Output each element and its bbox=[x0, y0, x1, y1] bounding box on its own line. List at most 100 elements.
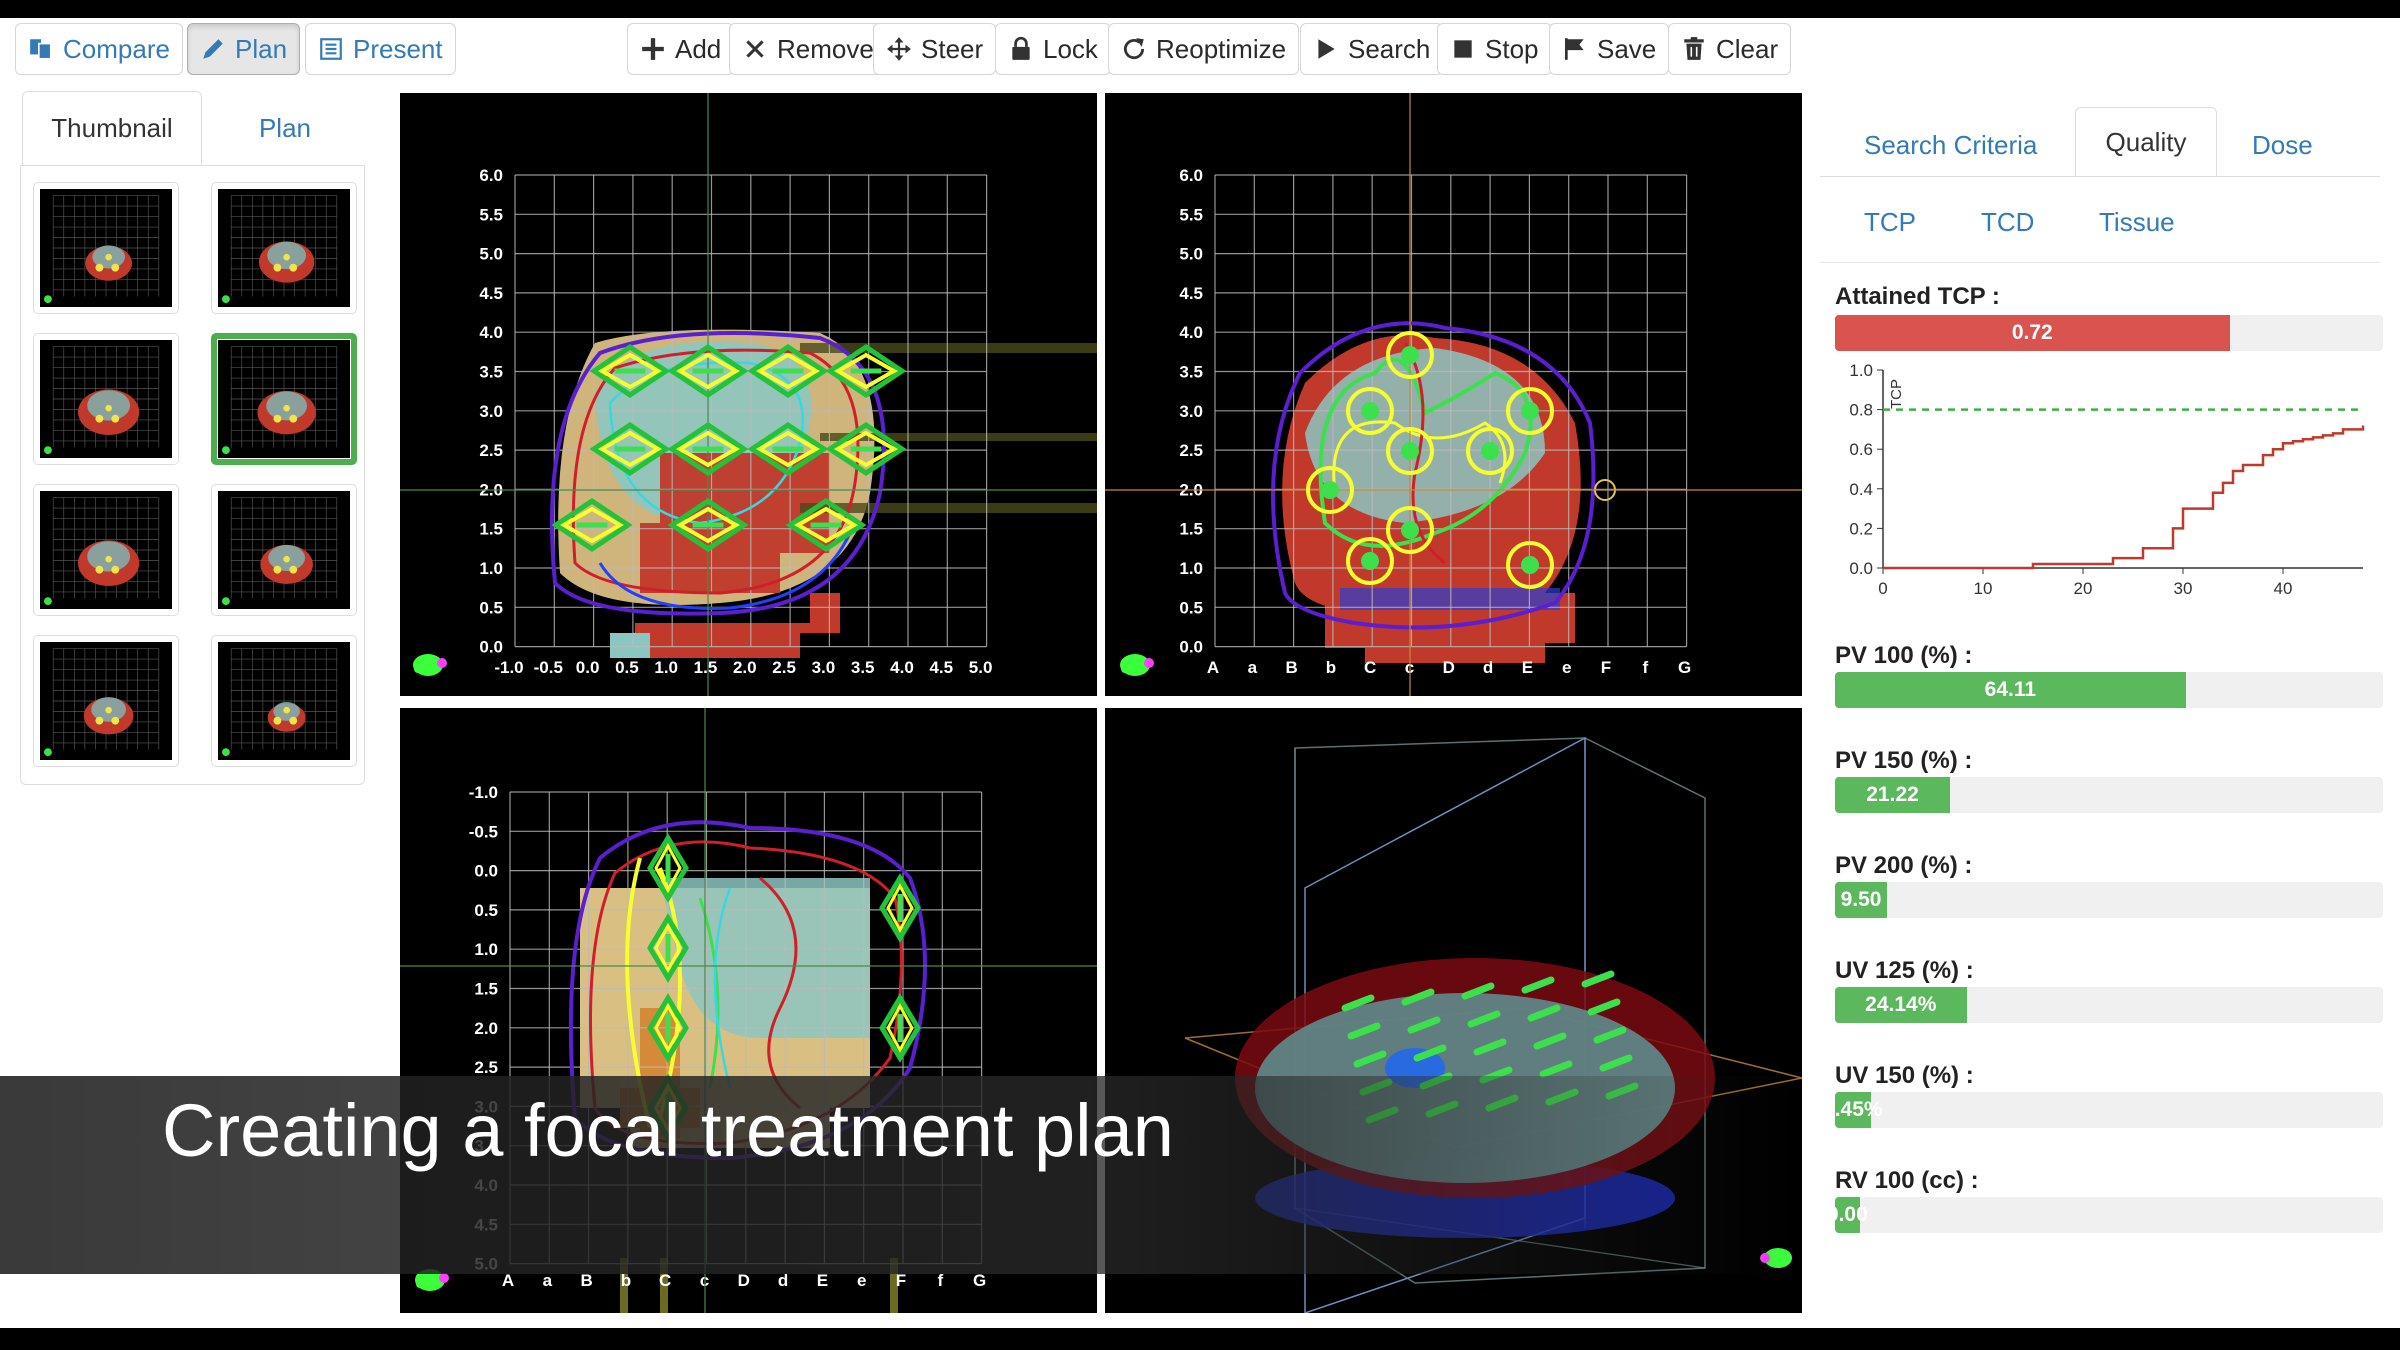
metric-value: 3.45% bbox=[1835, 1098, 1883, 1121]
plan-thumbnail[interactable] bbox=[211, 182, 357, 314]
y-tick-label: 2.5 bbox=[1179, 441, 1203, 460]
add-button[interactable]: Add bbox=[627, 23, 735, 75]
metric-label: PV 150 (%) : bbox=[1835, 747, 1973, 774]
y-tick-label: 0.5 bbox=[474, 901, 498, 920]
needle-seed[interactable] bbox=[1401, 521, 1419, 539]
tab-tcd[interactable]: TCD bbox=[1981, 207, 2034, 238]
lock-button[interactable]: Lock bbox=[995, 23, 1111, 75]
x-tick-label: 3.0 bbox=[812, 658, 836, 677]
y-tick-label: 4.0 bbox=[479, 323, 503, 342]
y-tick-label: 6.0 bbox=[1179, 166, 1203, 185]
x-tick-label: 2.5 bbox=[772, 658, 796, 677]
tab-thumbnail[interactable]: Thumbnail bbox=[22, 91, 202, 166]
steer-button[interactable]: Steer bbox=[873, 23, 997, 75]
needle-seed[interactable] bbox=[1521, 402, 1539, 420]
x-tick-label: 0.0 bbox=[576, 658, 600, 677]
metric-bar-fill: 64.11 bbox=[1835, 672, 2186, 708]
x-tick-label: 3.5 bbox=[851, 658, 875, 677]
trash-icon bbox=[1684, 37, 1704, 60]
plan-thumbnail[interactable] bbox=[211, 635, 357, 767]
plus-icon bbox=[642, 38, 664, 60]
x-tick-label: 40 bbox=[2274, 579, 2293, 598]
present-button[interactable]: Present bbox=[305, 23, 456, 75]
metric-label: UV 150 (%) : bbox=[1835, 1062, 1974, 1089]
needle-seed[interactable] bbox=[1361, 552, 1379, 570]
metric-label: PV 100 (%) : bbox=[1835, 642, 1973, 669]
plan-mode-label: Plan bbox=[235, 33, 288, 64]
plan-thumbnail[interactable] bbox=[33, 635, 179, 767]
y-tick-label: 4.0 bbox=[1179, 323, 1203, 342]
sagittal-view[interactable]: 6.0 5.5 5.0 4.5 4.0 3.5 3.0 2.5 2.0 1.5 1.0 0.5 0.0 A… bbox=[1105, 93, 1802, 696]
search-button[interactable]: Search bbox=[1300, 23, 1444, 75]
y-tick-label: 3.5 bbox=[479, 363, 503, 382]
y-tick-label: -0.5 bbox=[469, 822, 498, 841]
x-tick-label: B bbox=[1285, 658, 1297, 677]
tab-quality[interactable]: Quality bbox=[2075, 107, 2217, 177]
reoptimize-button[interactable]: Reoptimize bbox=[1108, 23, 1300, 75]
y-tick-label: 1.5 bbox=[479, 520, 503, 539]
tab-plan[interactable]: Plan bbox=[205, 91, 365, 166]
needle-seed[interactable] bbox=[1401, 442, 1419, 460]
needle-seed[interactable] bbox=[1401, 346, 1419, 364]
plan-thumbnail[interactable] bbox=[33, 484, 179, 616]
y-tick-label: 3.0 bbox=[479, 402, 503, 421]
plan-thumbnail[interactable] bbox=[211, 333, 357, 465]
plan-thumbnail[interactable] bbox=[33, 333, 179, 465]
y-tick-label: 5.5 bbox=[1179, 205, 1203, 224]
list-icon bbox=[320, 38, 342, 60]
metric-bar-fill: 0.00 bbox=[1835, 1197, 1868, 1233]
plan-thumbnail[interactable] bbox=[33, 182, 179, 314]
y-tick-label: 0.8 bbox=[1849, 401, 1873, 420]
needle-seed[interactable] bbox=[1521, 556, 1539, 574]
x-tick-label: 0.5 bbox=[615, 658, 639, 677]
thumbnail-image bbox=[218, 189, 350, 307]
y-tick-label: 0.5 bbox=[479, 598, 503, 617]
remove-label: Remove bbox=[777, 33, 874, 64]
y-tick-label: 3.5 bbox=[1179, 363, 1203, 382]
x-tick-label: 1.5 bbox=[694, 658, 718, 677]
y-tick-label: 4.5 bbox=[479, 284, 503, 303]
clear-button[interactable]: Clear bbox=[1668, 23, 1792, 75]
metric-bar-fill: 24.14% bbox=[1835, 987, 1967, 1023]
plan-thumbnail[interactable] bbox=[211, 484, 357, 616]
stop-button[interactable]: Stop bbox=[1437, 23, 1552, 75]
x-tick-label: 1.0 bbox=[654, 658, 678, 677]
remove-button[interactable]: Remove bbox=[729, 23, 887, 75]
x-tick-label: 2.0 bbox=[733, 658, 757, 677]
axial-view[interactable]: 6.0 5.5 5.0 4.5 4.0 3.5 3.0 2.5 2.0 1.5 1.0 0.5 0.0-… bbox=[400, 93, 1097, 696]
y-tick-label: 0.6 bbox=[1849, 440, 1873, 459]
thumbnail-image bbox=[218, 491, 350, 609]
attained-tcp-value: 0.72 bbox=[2011, 321, 2053, 344]
compare-button[interactable]: Compare bbox=[15, 23, 183, 75]
metric-bar: 21.22 bbox=[1835, 777, 2383, 813]
tcp-series-line bbox=[1883, 425, 2365, 570]
needle-seed[interactable] bbox=[1321, 481, 1339, 499]
y-tick-label: 0.0 bbox=[1849, 559, 1873, 578]
reoptimize-label: Reoptimize bbox=[1156, 33, 1287, 64]
x-tick-label: 20 bbox=[2074, 579, 2093, 598]
present-label: Present bbox=[353, 33, 443, 64]
metric-label: PV 200 (%) : bbox=[1835, 852, 1973, 879]
needle-seed[interactable] bbox=[1481, 442, 1499, 460]
tab-dose[interactable]: Dose bbox=[2252, 130, 2313, 161]
right-panel: Search Criteria Quality Dose TCP TCD Tis… bbox=[1820, 90, 2400, 1320]
save-button[interactable]: Save bbox=[1549, 23, 1670, 75]
y-tick-label: 2.5 bbox=[479, 441, 503, 460]
tab-tcp[interactable]: TCP bbox=[1864, 207, 1916, 238]
stop-icon bbox=[1454, 40, 1472, 58]
thumbnail-image bbox=[40, 189, 172, 307]
plan-mode-button[interactable]: Plan bbox=[187, 23, 301, 75]
clear-label: Clear bbox=[1716, 33, 1779, 64]
attained-tcp-fill: 0.72 bbox=[1835, 315, 2230, 351]
save-label: Save bbox=[1597, 33, 1657, 64]
tab-search-criteria[interactable]: Search Criteria bbox=[1864, 130, 2037, 161]
metric-bar: 24.14% bbox=[1835, 987, 2383, 1023]
flag-icon bbox=[1564, 38, 1584, 60]
y-tick-label: 6.0 bbox=[479, 166, 503, 185]
needle-seed[interactable] bbox=[1361, 402, 1379, 420]
steer-label: Steer bbox=[921, 33, 984, 64]
stop-label: Stop bbox=[1485, 33, 1539, 64]
metric-bar-fill: 21.22 bbox=[1835, 777, 1951, 813]
tab-tissue[interactable]: Tissue bbox=[2099, 207, 2175, 238]
metric-bar: 3.45% bbox=[1835, 1092, 2383, 1128]
